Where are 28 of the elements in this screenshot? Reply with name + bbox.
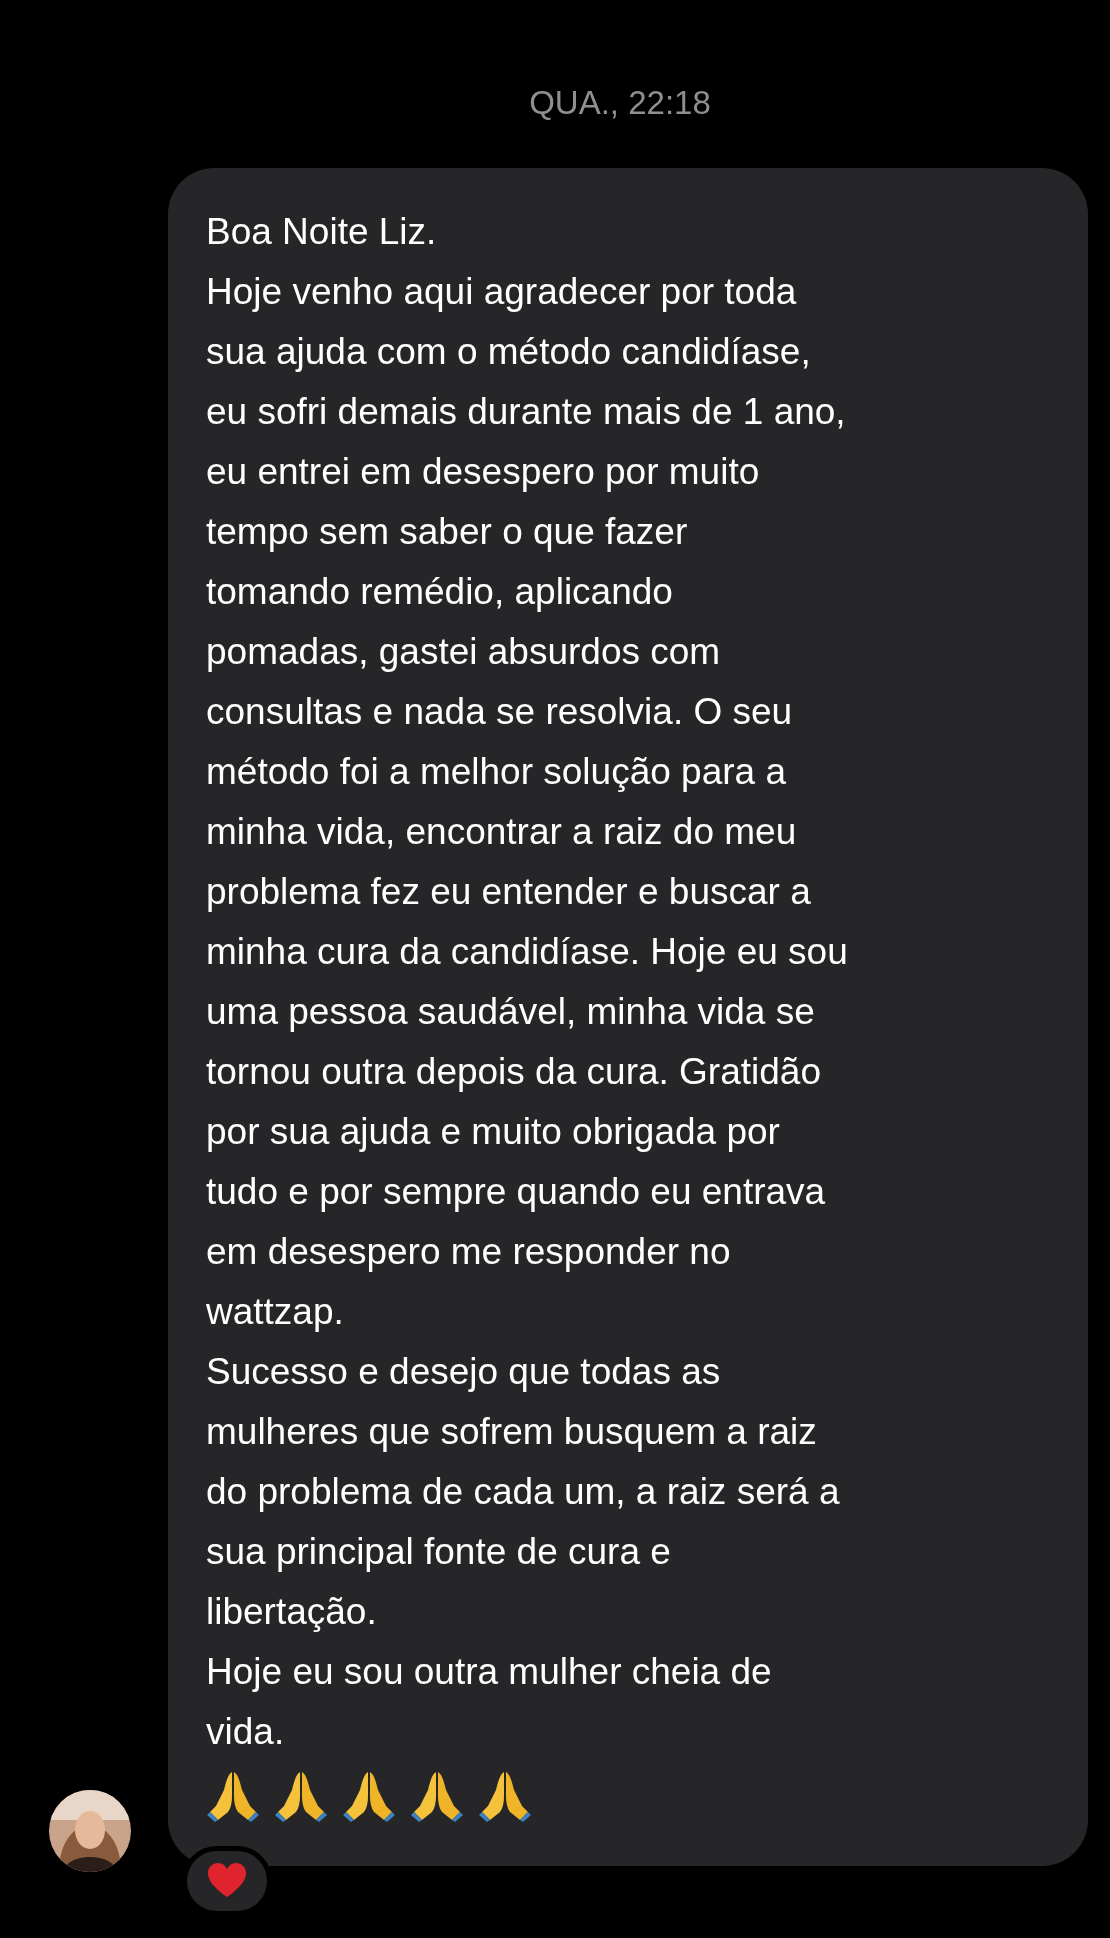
message-timestamp: QUA., 22:18 (528, 83, 712, 123)
message-text-line: sua ajuda com o método candidíase, (206, 330, 812, 374)
message-text-line: eu entrei em desespero por muito (206, 450, 761, 494)
message-text-line: Hoje venho aqui agradecer por toda (206, 270, 798, 314)
message-text-line: Boa Noite Liz. (206, 210, 438, 254)
message-text-line: wattzap. (206, 1290, 345, 1334)
message-text-line: sua principal fonte de cura e (206, 1530, 672, 1574)
message-text-line: em desespero me responder no (206, 1230, 732, 1274)
message-text-line: mulheres que sofrem busquem a raiz (206, 1410, 818, 1454)
heart-icon (207, 1863, 247, 1899)
message-text-line: eu sofri demais durante mais de 1 ano, (206, 390, 847, 434)
message-text-line: Hoje eu sou outra mulher cheia de (206, 1650, 773, 1694)
message-text-line: tomando remédio, aplicando (206, 570, 674, 614)
message-text-line: minha cura da candidíase. Hoje eu sou (206, 930, 849, 974)
message-text-line: do problema de cada um, a raiz será a (206, 1470, 841, 1514)
message-text-line: problema fez eu entender e buscar a (206, 870, 812, 914)
message-text-line: tornou outra depois da cura. Gratidão (206, 1050, 822, 1094)
message-text-line: vida. (206, 1710, 286, 1754)
message-text-line: consultas e nada se resolvia. O seu (206, 690, 794, 734)
message-text-line: método foi a melhor solução para a (206, 750, 787, 794)
message-text-line: tempo sem saber o que fazer (206, 510, 689, 554)
message-text-line: uma pessoa saudável, minha vida se (206, 990, 816, 1034)
message-text-line: tudo e por sempre quando eu entrava (206, 1170, 827, 1214)
message-text-line: minha vida, encontrar a raiz do meu (206, 810, 798, 854)
message-text-line: por sua ajuda e muito obrigada por (206, 1110, 781, 1154)
message-text-line: Sucesso e desejo que todas as (206, 1350, 722, 1394)
message-text-line: pomadas, gastei absurdos com (206, 630, 722, 674)
message-text-line: libertação. (206, 1590, 378, 1634)
